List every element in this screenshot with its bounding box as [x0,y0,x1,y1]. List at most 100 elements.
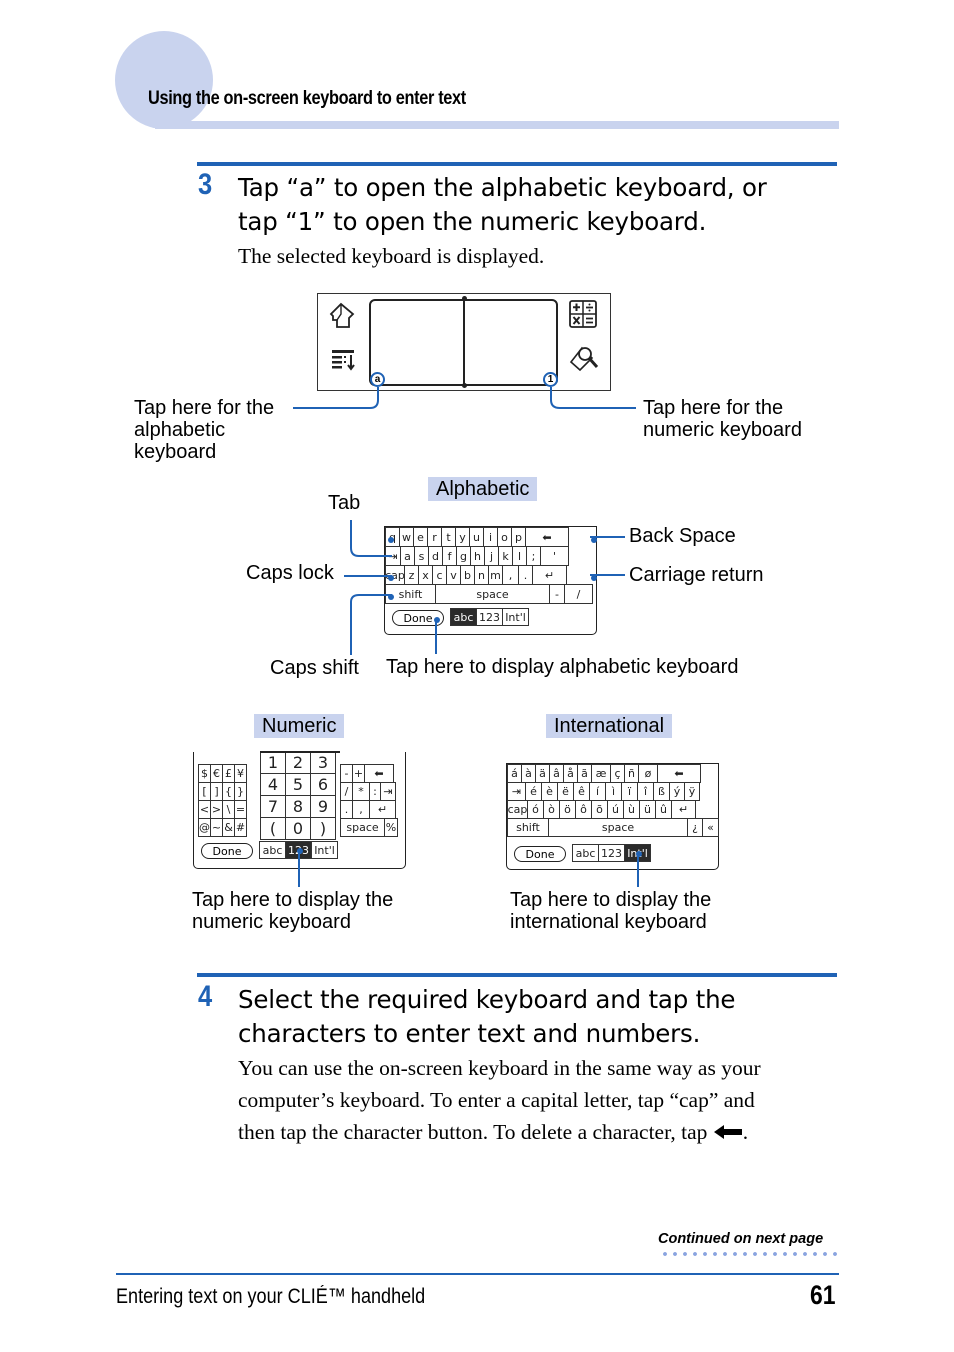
key-symbol[interactable]: ⬅ [525,527,569,547]
key-w[interactable]: w [399,527,414,547]
key-symbol[interactable]: ç [610,764,625,783]
key-symbol[interactable]: } [234,782,247,801]
key-symbol[interactable]: á [507,764,522,783]
mode-tab-123[interactable]: 123 [598,844,625,862]
key-9[interactable]: 9 [310,795,336,818]
mode-tab-123[interactable]: 123 [476,608,503,626]
key-symbol[interactable]: , [352,800,370,819]
key-symbol[interactable]: à [521,764,536,783]
key-symbol[interactable]: ì [605,782,622,801]
key-symbol[interactable]: æ [591,764,611,783]
key-s[interactable]: s [414,546,429,566]
key-symbol[interactable]: ↵ [369,800,396,819]
key-symbol[interactable]: ë [557,782,574,801]
key-symbol[interactable]: ⬅ [657,764,701,783]
key-symbol[interactable]: , [502,565,519,585]
key-symbol[interactable]: ê [573,782,590,801]
key-a[interactable]: a [400,546,415,566]
key-symbol[interactable]: ü [639,800,656,819]
key-symbol[interactable]: û [655,800,672,819]
calculator-icon[interactable] [569,300,597,328]
key-x[interactable]: x [418,565,433,585]
key-shift[interactable]: shift [507,818,549,837]
key-symbol[interactable]: ã [577,764,592,783]
key-symbol[interactable]: î [637,782,654,801]
key-cap[interactable]: cap [507,800,528,819]
key-2[interactable]: 2 [285,751,311,774]
key-u[interactable]: u [469,527,484,547]
key-symbol[interactable]: í [589,782,606,801]
key-r[interactable]: r [427,527,442,547]
key-symbol[interactable]: = [234,800,247,819]
done-button[interactable]: Done [201,843,253,859]
key-7[interactable]: 7 [260,795,286,818]
key-4[interactable]: 4 [260,773,286,796]
mode-tab-intl[interactable]: Int'l [502,608,529,626]
key-p[interactable]: p [511,527,526,547]
key-b[interactable]: b [460,565,475,585]
key-o[interactable]: o [497,527,512,547]
key-t[interactable]: t [441,527,456,547]
key-symbol[interactable]: % [384,818,398,837]
key-m[interactable]: m [488,565,503,585]
key-symbol[interactable]: ( [260,817,286,840]
key-symbol[interactable]: ø [638,764,658,783]
key-symbol[interactable]: ' [540,546,569,566]
key-symbol[interactable]: ó [527,800,544,819]
key-symbol[interactable]: ¿ [687,818,703,837]
key-symbol[interactable]: ↵ [532,565,567,585]
mode-tab-abc[interactable]: abc [450,608,477,626]
key-3[interactable]: 3 [310,751,336,774]
key-symbol[interactable]: ⇥ [507,782,526,801]
key-8[interactable]: 8 [285,795,311,818]
key-z[interactable]: z [404,565,419,585]
key-h[interactable]: h [470,546,485,566]
key-e[interactable]: e [413,527,428,547]
key-space[interactable]: space [548,818,688,837]
key-symbol[interactable]: ù [623,800,640,819]
key-6[interactable]: 6 [310,773,336,796]
mode-tab-abc[interactable]: abc [572,844,599,862]
key-symbol[interactable]: ¥ [234,764,247,783]
key-symbol[interactable]: * [352,782,370,801]
key-i[interactable]: i [483,527,498,547]
key-symbol[interactable]: ä [535,764,550,783]
key-y[interactable]: y [455,527,470,547]
key-symbol[interactable]: ) [310,817,336,840]
alphabetic-keyboard-button[interactable]: a [370,372,385,387]
key-symbol[interactable]: ⇥ [385,546,401,566]
key-symbol[interactable]: ⇥ [380,782,396,801]
key-5[interactable]: 5 [285,773,311,796]
key-0[interactable]: 0 [285,817,311,840]
key-g[interactable]: g [456,546,471,566]
key-symbol[interactable]: ÿ [684,782,700,801]
key-l[interactable]: l [512,546,527,566]
key-f[interactable]: f [442,546,457,566]
key-symbol[interactable]: é [525,782,542,801]
key-c[interactable]: c [432,565,447,585]
numeric-keyboard-button[interactable]: 1 [543,372,558,387]
key-d[interactable]: d [428,546,443,566]
key-space[interactable]: space [340,818,385,837]
key-symbol[interactable]: - [549,584,565,604]
menu-icon[interactable] [330,348,356,372]
mode-tab-intl[interactable]: Int'l [311,841,338,859]
key-symbol[interactable]: ß [653,782,670,801]
key-symbol[interactable]: ú [607,800,624,819]
home-icon[interactable] [327,300,357,330]
key-symbol[interactable]: « [702,818,719,837]
key-symbol[interactable]: . [518,565,533,585]
key-symbol[interactable]: ⬅ [364,764,394,783]
key-symbol[interactable]: ñ [624,764,639,783]
key-symbol[interactable]: ↵ [671,800,696,819]
done-button[interactable]: Done [514,846,566,862]
key-n[interactable]: n [474,565,489,585]
key-symbol[interactable]: â [549,764,564,783]
key-symbol[interactable]: ý [669,782,685,801]
key-symbol[interactable]: ò [543,800,560,819]
find-icon[interactable] [568,344,600,374]
mode-tab-abc[interactable]: abc [259,841,286,859]
key-symbol[interactable]: õ [591,800,608,819]
key-j[interactable]: j [484,546,499,566]
key-space[interactable]: space [435,584,550,604]
